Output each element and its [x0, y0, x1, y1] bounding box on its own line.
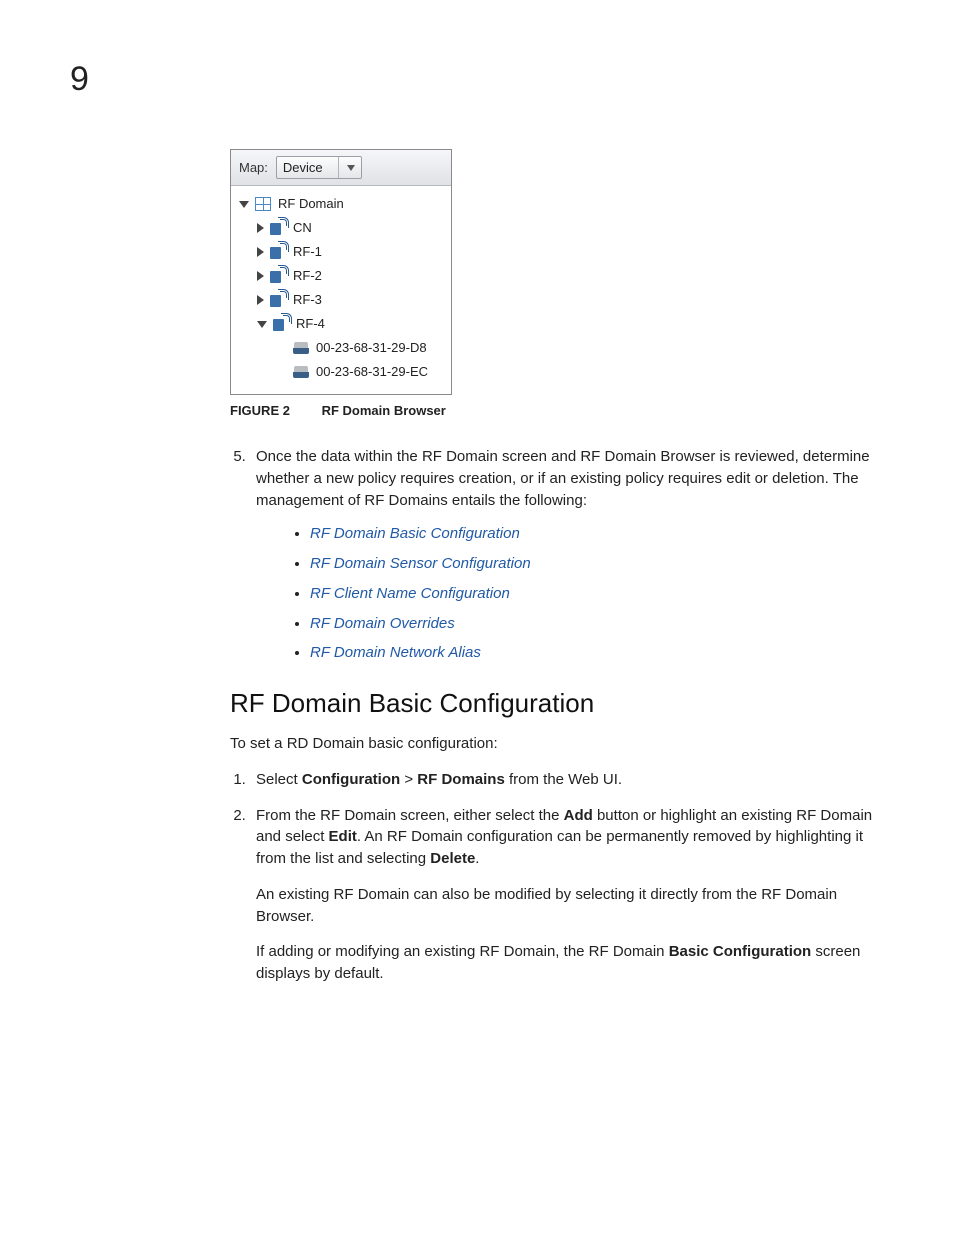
text: If adding or modifying an existing RF Do… — [256, 943, 669, 960]
expand-down-icon — [257, 321, 267, 328]
bold-text: Delete — [430, 850, 475, 867]
step-2-paragraph-2: An existing RF Domain can also be modifi… — [256, 884, 880, 928]
step-list-continued: Once the data within the RF Domain scree… — [230, 446, 880, 664]
tree-device-label: 00-23-68-31-29-D8 — [316, 340, 427, 356]
list-item: RF Domain Network Alias — [310, 642, 880, 664]
figure-label: FIGURE 2 — [230, 403, 290, 418]
expand-right-icon — [257, 295, 264, 305]
tree-item-rf2[interactable]: RF-2 — [237, 264, 445, 288]
grid-icon — [255, 197, 271, 211]
tree-root[interactable]: RF Domain — [237, 192, 445, 216]
ap-icon — [270, 269, 286, 283]
bold-text: Basic Configuration — [669, 943, 812, 960]
tree-item-label: RF-2 — [293, 268, 322, 284]
text: . — [475, 850, 479, 867]
tree-item-rf4[interactable]: RF-4 — [237, 312, 445, 336]
bold-text: Add — [564, 807, 593, 824]
figure-caption: FIGURE 2 RF Domain Browser — [230, 403, 880, 418]
procedure-step-1: Select Configuration > RF Domains from t… — [250, 769, 880, 791]
tree-device-1[interactable]: 00-23-68-31-29-D8 — [237, 336, 445, 360]
expand-right-icon — [257, 223, 264, 233]
chevron-down-icon — [347, 165, 355, 171]
tree-device-label: 00-23-68-31-29-EC — [316, 364, 428, 380]
map-select[interactable]: Device — [276, 156, 362, 179]
rf-domain-browser: Map: Device RF Domain CN — [230, 149, 452, 395]
expand-right-icon — [257, 271, 264, 281]
browser-header: Map: Device — [231, 150, 451, 186]
link-sensor-config[interactable]: RF Domain Sensor Configuration — [310, 555, 531, 572]
procedure-list: Select Configuration > RF Domains from t… — [230, 769, 880, 985]
tree-device-2[interactable]: 00-23-68-31-29-EC — [237, 360, 445, 384]
tree-item-label: CN — [293, 220, 312, 236]
tree-item-rf1[interactable]: RF-1 — [237, 240, 445, 264]
step-5: Once the data within the RF Domain scree… — [250, 446, 880, 664]
list-item: RF Client Name Configuration — [310, 583, 880, 605]
topic-links: RF Domain Basic Configuration RF Domain … — [256, 523, 880, 664]
bold-text: RF Domains — [417, 771, 505, 788]
step-5-text: Once the data within the RF Domain scree… — [256, 448, 870, 509]
list-item: RF Domain Sensor Configuration — [310, 553, 880, 575]
ap-icon — [270, 245, 286, 259]
tree-root-label: RF Domain — [278, 196, 344, 212]
ap-icon — [273, 317, 289, 331]
list-item: RF Domain Overrides — [310, 613, 880, 635]
domain-tree: RF Domain CN RF-1 RF-2 — [231, 186, 451, 394]
figure-title: RF Domain Browser — [322, 403, 446, 418]
map-label: Map: — [239, 160, 268, 175]
expand-right-icon — [257, 247, 264, 257]
link-domain-overrides[interactable]: RF Domain Overrides — [310, 615, 455, 632]
device-icon — [293, 366, 309, 378]
text: from the Web UI. — [505, 771, 622, 788]
tree-item-label: RF-1 — [293, 244, 322, 260]
link-network-alias[interactable]: RF Domain Network Alias — [310, 644, 481, 661]
tree-item-label: RF-4 — [296, 316, 325, 332]
chapter-number: 9 — [70, 60, 884, 99]
section-intro: To set a RD Domain basic configuration: — [230, 733, 880, 755]
map-select-value: Device — [283, 160, 323, 175]
ap-icon — [270, 293, 286, 307]
bold-text: Edit — [329, 828, 357, 845]
link-basic-config[interactable]: RF Domain Basic Configuration — [310, 525, 520, 542]
tree-item-label: RF-3 — [293, 292, 322, 308]
procedure-step-2: From the RF Domain screen, either select… — [250, 805, 880, 985]
device-icon — [293, 342, 309, 354]
text: > — [400, 771, 417, 788]
ap-icon — [270, 221, 286, 235]
text: Select — [256, 771, 302, 788]
list-item: RF Domain Basic Configuration — [310, 523, 880, 545]
bold-text: Configuration — [302, 771, 400, 788]
tree-item-cn[interactable]: CN — [237, 216, 445, 240]
link-client-name-config[interactable]: RF Client Name Configuration — [310, 585, 510, 602]
text: From the RF Domain screen, either select… — [256, 807, 564, 824]
expand-down-icon — [239, 201, 249, 208]
tree-item-rf3[interactable]: RF-3 — [237, 288, 445, 312]
section-heading: RF Domain Basic Configuration — [230, 688, 880, 719]
